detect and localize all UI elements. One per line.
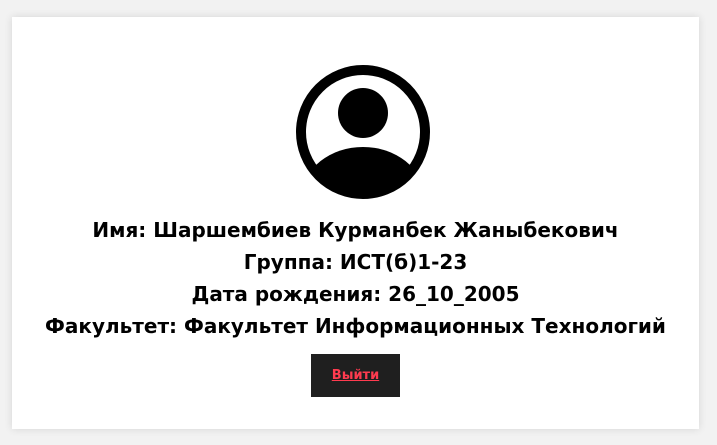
faculty-text: Факультет: Факультет Информационных Техн…: [45, 314, 666, 338]
profile-info: Имя: Шаршембиев Курманбек Жаныбекович Гр…: [12, 214, 699, 342]
logout-link[interactable]: Выйти: [332, 368, 379, 383]
logout-button[interactable]: Выйти: [311, 354, 400, 397]
group-text: Группа: ИСТ(б)1-23: [243, 250, 468, 274]
birthdate-text: Дата рождения: 26_10_2005: [191, 282, 520, 306]
user-avatar-icon: [296, 65, 430, 199]
profile-card: Имя: Шаршембиев Курманбек Жаныбекович Гр…: [12, 17, 699, 429]
full-name-text: Имя: Шаршембиев Курманбек Жаныбекович: [92, 218, 619, 242]
